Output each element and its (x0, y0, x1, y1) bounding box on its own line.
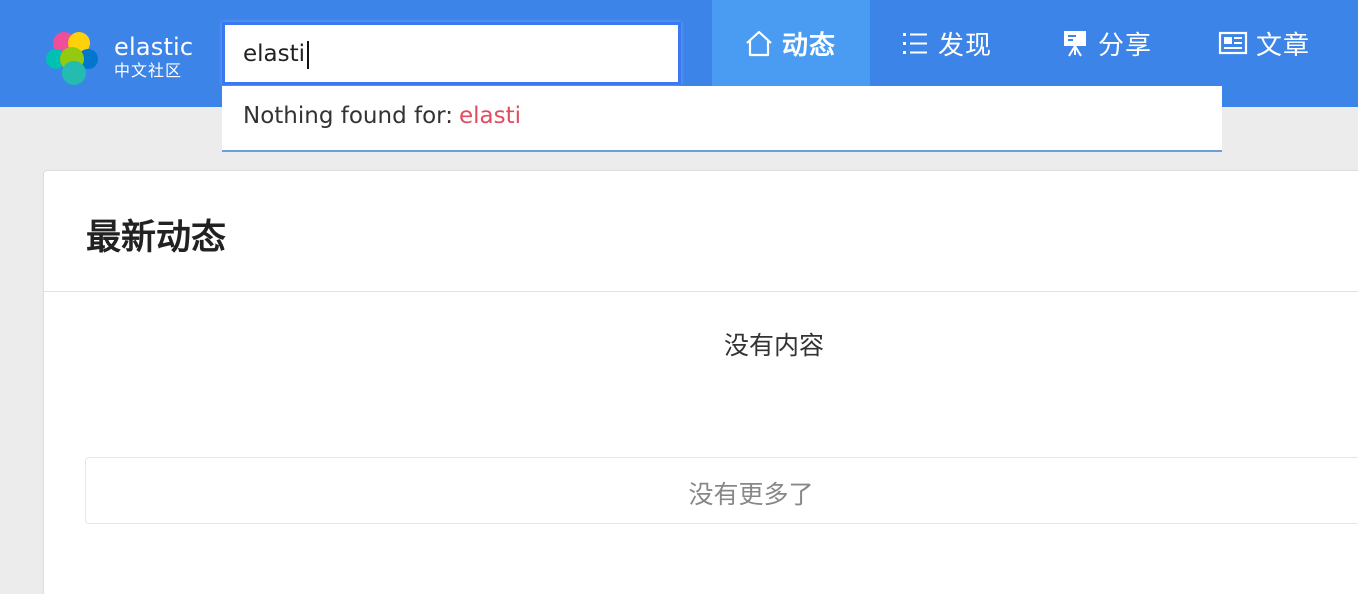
list-icon (903, 33, 927, 54)
home-icon (746, 30, 772, 57)
feed-title: 最新动态 (86, 218, 227, 258)
presentation-icon (1064, 31, 1086, 57)
logo-subtitle: 中文社区 (114, 61, 183, 80)
site-logo[interactable]: elastic 中文社区 (44, 29, 204, 85)
newspaper-icon (1218, 31, 1248, 55)
search-input[interactable] (225, 25, 678, 82)
load-more-box[interactable]: 没有更多了 (85, 457, 1358, 524)
nav-label: 动态 (782, 30, 837, 61)
text-caret (307, 41, 309, 69)
nav-label: 分享 (1098, 30, 1153, 61)
nav-item-articles[interactable]: 文章 (1188, 0, 1348, 86)
nav-item-share[interactable]: 分享 (1030, 0, 1188, 86)
divider (44, 291, 1358, 292)
nav-label: 文章 (1256, 30, 1311, 61)
no-results-query: elasti (458, 103, 521, 129)
search-results-dropdown: Nothing found for: elasti (222, 86, 1222, 152)
feed-card: 最新动态 没有内容 没有更多了 (43, 170, 1358, 594)
no-more-text: 没有更多了 (688, 480, 814, 509)
logo-name: elastic (114, 33, 194, 61)
elastic-logo-icon (46, 32, 98, 85)
empty-message: 没有内容 (723, 331, 824, 360)
nav-item-discover[interactable]: 发现 (870, 0, 1030, 86)
nav-label: 发现 (938, 30, 993, 61)
logo-text: elastic 中文社区 (114, 33, 193, 81)
no-results-label: Nothing found for: (243, 103, 453, 129)
nav-item-activity[interactable]: 动态 (712, 0, 870, 86)
no-results-message: Nothing found for: elasti (243, 103, 521, 129)
search-box[interactable] (222, 22, 681, 85)
